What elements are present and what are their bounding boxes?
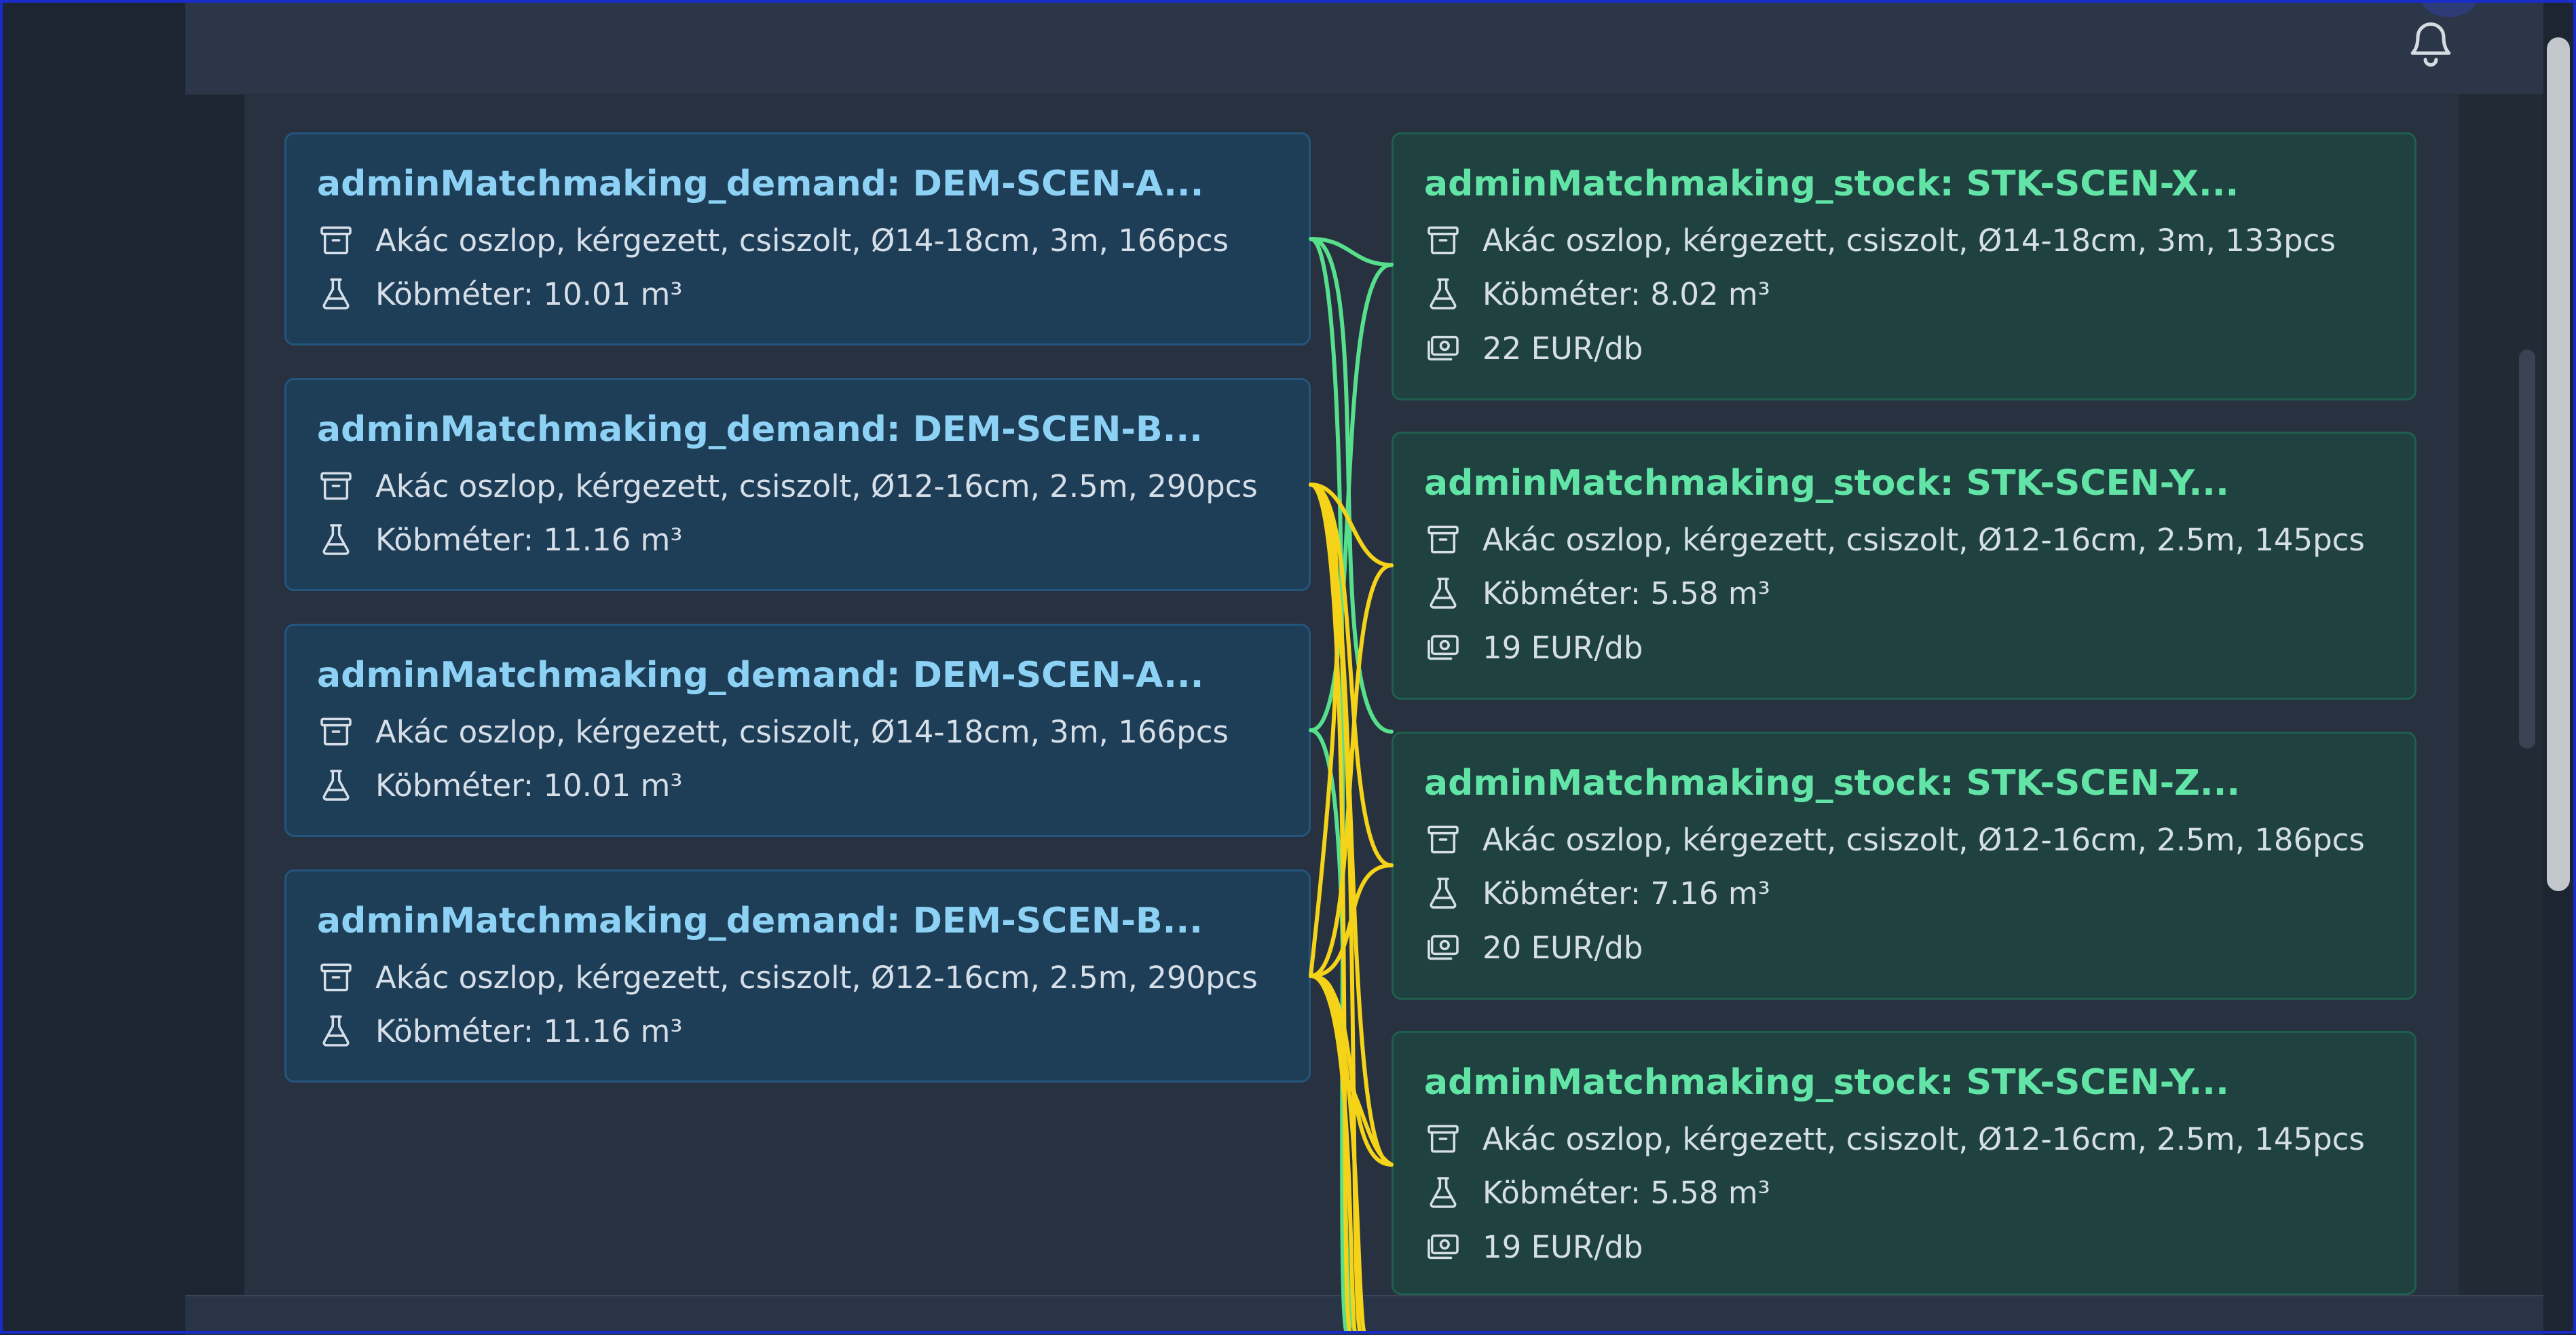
volume-row: Köbméter: 5.58 m³: [1424, 573, 1770, 614]
volume-text: Köbméter: 11.16 m³: [375, 1013, 683, 1049]
volume-text: Köbméter: 10.01 m³: [375, 767, 683, 804]
demand-card-title: adminMatchmaking_demand: DEM-SCEN-A...: [317, 655, 1204, 696]
archive-box-icon: [320, 226, 352, 255]
banknote-icon: [1427, 1234, 1459, 1260]
product-text: Akác oszlop, kérgezett, csiszolt, Ø14-18…: [375, 713, 1229, 750]
product-text: Akác oszlop, kérgezett, csiszolt, Ø14-18…: [1482, 222, 2336, 259]
price-text: 22 EUR/db: [1482, 330, 1643, 366]
flask-icon: [1430, 278, 1457, 309]
archive-box-icon: [1427, 825, 1459, 854]
banknote-icon: [1427, 935, 1459, 960]
price-text: 20 EUR/db: [1482, 929, 1643, 966]
top-bar: [185, 0, 2543, 95]
archive-box-icon: [1427, 1125, 1459, 1153]
demand-card[interactable]: adminMatchmaking_demand: DEM-SCEN-A... A…: [284, 132, 1311, 345]
stock-card[interactable]: adminMatchmaking_stock: STK-SCEN-Z... Ak…: [1392, 732, 2416, 1000]
volume-row: Köbméter: 10.01 m³: [317, 765, 682, 806]
volume-text: Köbméter: 10.01 m³: [375, 276, 683, 312]
archive-box-icon: [320, 717, 352, 746]
volume-row: Köbméter: 8.02 m³: [1424, 274, 1770, 314]
flask-icon: [322, 1015, 350, 1047]
volume-text: Köbméter: 8.02 m³: [1482, 276, 1770, 312]
demand-card-title: adminMatchmaking_demand: DEM-SCEN-B...: [317, 409, 1203, 450]
stock-card-title: adminMatchmaking_stock: STK-SCEN-Y...: [1424, 1062, 2229, 1103]
archive-box-icon: [320, 963, 352, 992]
price-row: 20 EUR/db: [1424, 927, 1643, 968]
inner-scrollbar-thumb[interactable]: [2519, 350, 2535, 749]
product-text: Akác oszlop, kérgezett, csiszolt, Ø14-18…: [375, 222, 1229, 259]
archive-box-icon: [1427, 525, 1459, 554]
product-row: Akác oszlop, kérgezett, csiszolt, Ø12-16…: [1424, 519, 2365, 560]
demand-card[interactable]: adminMatchmaking_demand: DEM-SCEN-B... A…: [284, 378, 1311, 591]
product-text: Akác oszlop, kérgezett, csiszolt, Ø12-16…: [1482, 1121, 2365, 1157]
product-text: Akác oszlop, kérgezett, csiszolt, Ø12-16…: [375, 959, 1258, 996]
flask-icon: [322, 278, 350, 309]
volume-row: Köbméter: 11.16 m³: [317, 519, 682, 560]
flask-icon: [322, 770, 350, 801]
stock-card[interactable]: adminMatchmaking_stock: STK-SCEN-Y... Ak…: [1392, 432, 2416, 700]
flask-icon: [1430, 878, 1457, 909]
stock-card-title: adminMatchmaking_stock: STK-SCEN-X...: [1424, 164, 2239, 204]
volume-row: Köbméter: 11.16 m³: [317, 1011, 682, 1051]
product-row: Akác oszlop, kérgezett, csiszolt, Ø14-18…: [317, 220, 1229, 261]
volume-row: Köbméter: 5.58 m³: [1424, 1172, 1770, 1213]
demand-card[interactable]: adminMatchmaking_demand: DEM-SCEN-B... A…: [284, 869, 1311, 1083]
stock-card-title: adminMatchmaking_stock: STK-SCEN-Z...: [1424, 763, 2241, 804]
demand-card-title: adminMatchmaking_demand: DEM-SCEN-B...: [317, 901, 1203, 941]
archive-box-icon: [1427, 226, 1459, 255]
product-row: Akác oszlop, kérgezett, csiszolt, Ø12-16…: [1424, 819, 2365, 860]
price-row: 19 EUR/db: [1424, 1226, 1643, 1267]
banknote-icon: [1427, 335, 1459, 361]
product-text: Akác oszlop, kérgezett, csiszolt, Ø12-16…: [1482, 821, 2365, 858]
demand-card-title: adminMatchmaking_demand: DEM-SCEN-A...: [317, 164, 1204, 204]
bottom-bar: [185, 1295, 2543, 1335]
product-text: Akác oszlop, kérgezett, csiszolt, Ø12-16…: [375, 468, 1258, 504]
product-row: Akác oszlop, kérgezett, csiszolt, Ø12-16…: [317, 957, 1258, 998]
price-row: 22 EUR/db: [1424, 328, 1643, 369]
volume-text: Köbméter: 5.58 m³: [1482, 575, 1770, 612]
stock-card-title: adminMatchmaking_stock: STK-SCEN-Y...: [1424, 463, 2229, 504]
demand-card[interactable]: adminMatchmaking_demand: DEM-SCEN-A... A…: [284, 624, 1311, 837]
product-row: Akác oszlop, kérgezett, csiszolt, Ø12-16…: [1424, 1118, 2365, 1159]
archive-box-icon: [320, 472, 352, 500]
stock-card[interactable]: adminMatchmaking_stock: STK-SCEN-Y... Ak…: [1392, 1031, 2416, 1295]
page-scrollbar-thumb[interactable]: [2547, 37, 2570, 891]
price-row: 19 EUR/db: [1424, 627, 1643, 668]
flask-icon: [1430, 1177, 1457, 1208]
volume-text: Köbméter: 7.16 m³: [1482, 875, 1770, 911]
product-row: Akác oszlop, kérgezett, csiszolt, Ø12-16…: [317, 466, 1258, 506]
flask-icon: [322, 524, 350, 555]
volume-row: Köbméter: 10.01 m³: [317, 274, 682, 314]
product-text: Akác oszlop, kérgezett, csiszolt, Ø12-16…: [1482, 521, 2365, 558]
avatar[interactable]: [2419, 0, 2480, 17]
sidebar: [0, 0, 185, 1334]
volume-text: Köbméter: 5.58 m³: [1482, 1174, 1770, 1211]
product-row: Akác oszlop, kérgezett, csiszolt, Ø14-18…: [317, 711, 1229, 752]
price-text: 19 EUR/db: [1482, 1228, 1643, 1265]
product-row: Akác oszlop, kérgezett, csiszolt, Ø14-18…: [1424, 220, 2336, 261]
bell-icon[interactable]: [2405, 18, 2457, 69]
flask-icon: [1430, 578, 1457, 609]
volume-row: Köbméter: 7.16 m³: [1424, 873, 1770, 914]
banknote-icon: [1427, 635, 1459, 660]
volume-text: Köbméter: 11.16 m³: [375, 521, 683, 558]
price-text: 19 EUR/db: [1482, 629, 1643, 666]
stock-card[interactable]: adminMatchmaking_stock: STK-SCEN-X... Ak…: [1392, 132, 2416, 400]
